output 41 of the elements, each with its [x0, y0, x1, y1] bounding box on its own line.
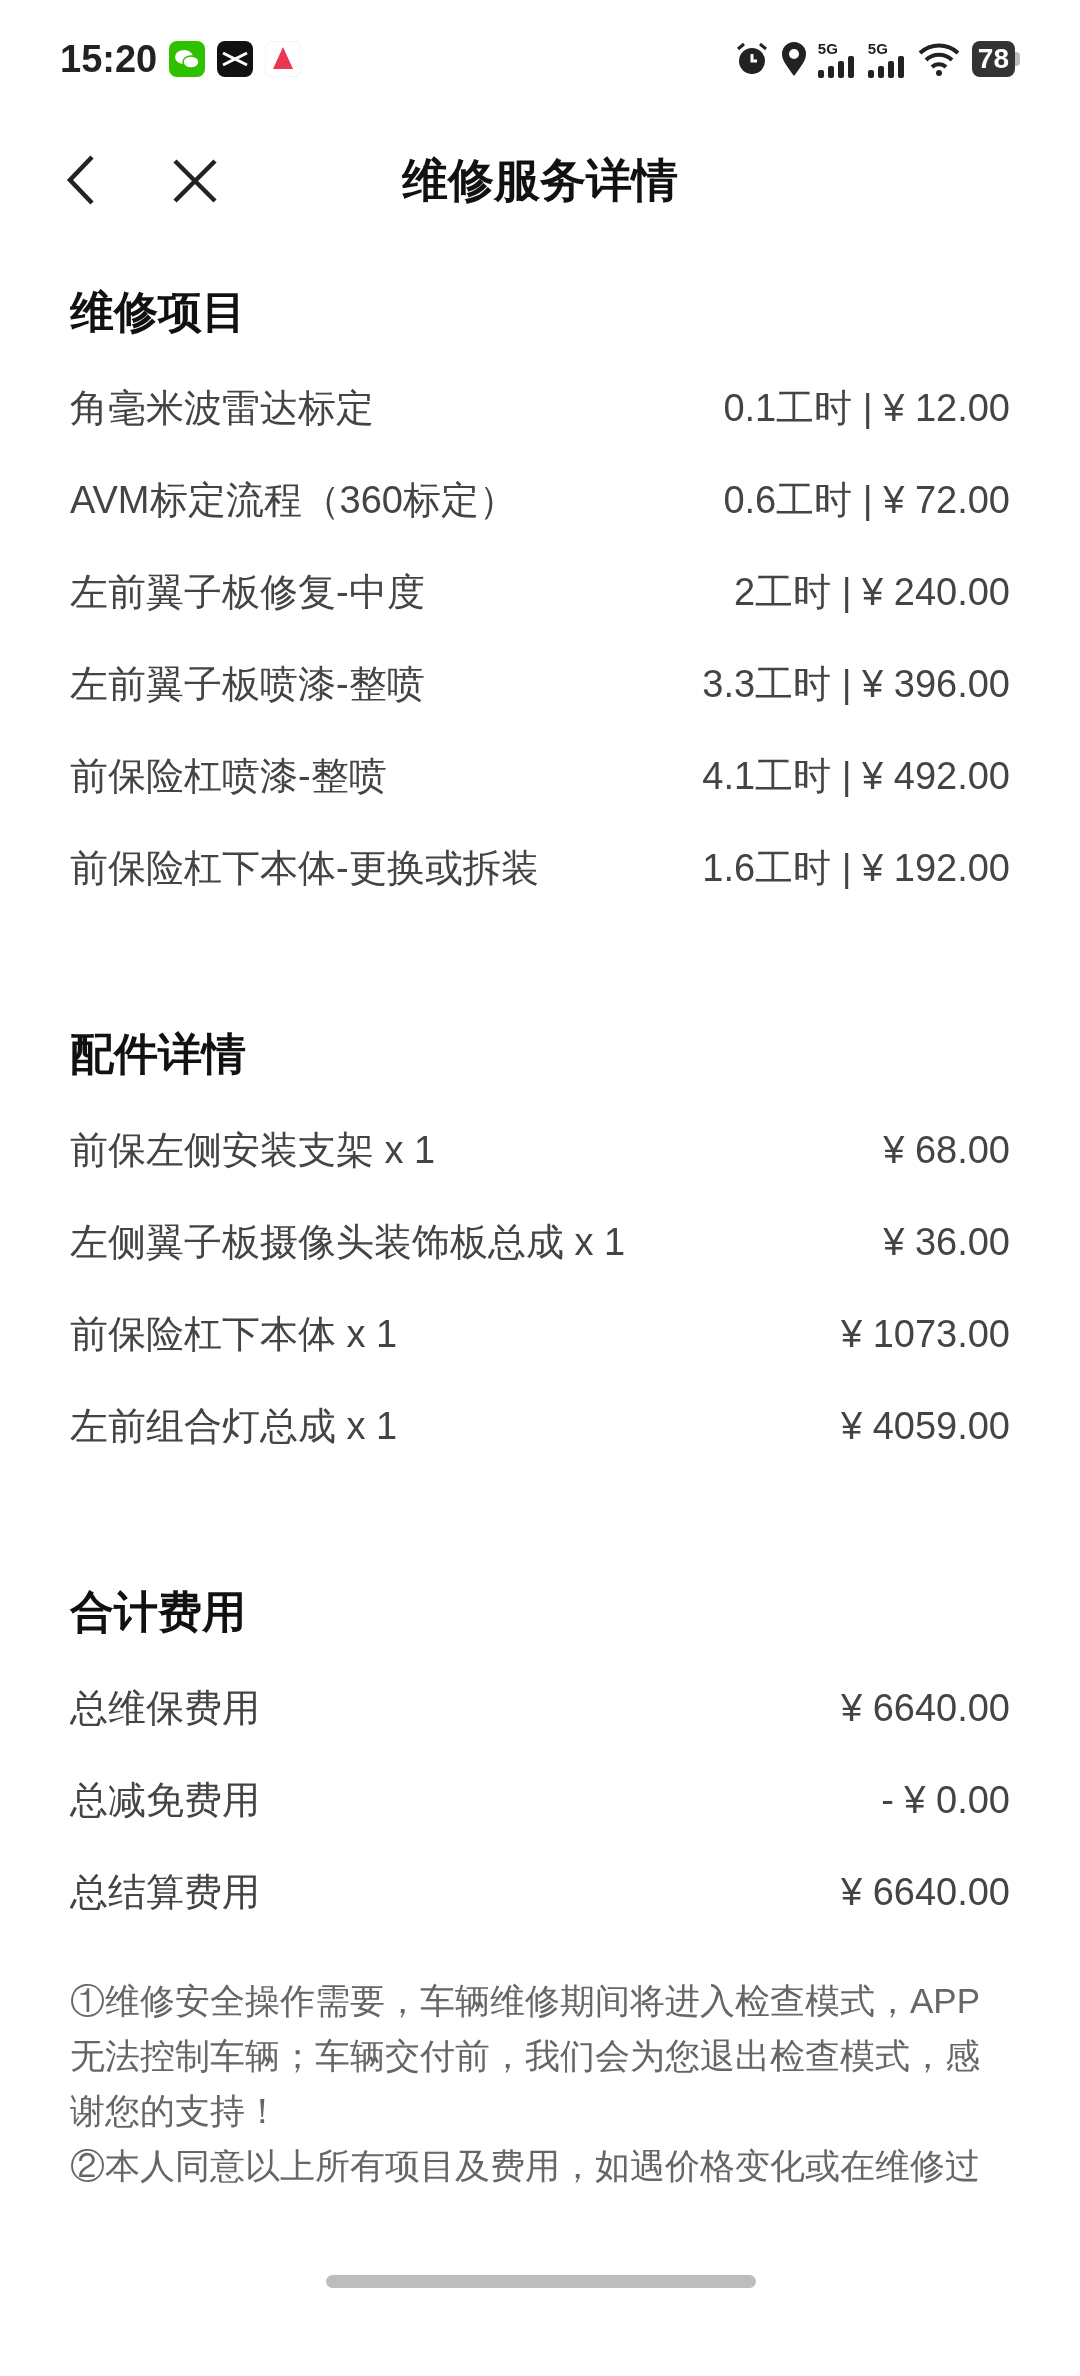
app-logo-icon: [265, 41, 302, 77]
row-value: 3.3工时 | ¥ 396.00: [702, 661, 1010, 707]
row-value: ¥ 36.00: [883, 1219, 1010, 1265]
note-text: ②本人同意以上所有项目及费用，如遇价格变化或在维修过: [70, 2145, 981, 2187]
row-label: 总减免费用: [70, 1777, 260, 1823]
row-value: 0.6工时 | ¥ 72.00: [723, 477, 1010, 523]
row-value: 1.6工时 | ¥ 192.00: [702, 845, 1010, 891]
row-label: 前保险杠下本体 x 1: [70, 1311, 398, 1357]
row-value: 2工时 | ¥ 240.00: [733, 569, 1010, 615]
row-label: 总结算费用: [70, 1869, 260, 1915]
row-label: 前保险杠喷漆-整喷: [70, 753, 387, 799]
status-time: 15:20: [60, 36, 158, 82]
section-title: 配件详情: [70, 1028, 247, 1080]
row-value: ¥ 68.00: [883, 1127, 1010, 1173]
row-value: ¥ 1073.00: [840, 1311, 1010, 1357]
chat-app-icon: [169, 41, 206, 77]
row-value: 0.1工时 | ¥ 12.00: [723, 385, 1010, 431]
row-label: 左侧翼子板摄像头装饰板总成 x 1: [70, 1219, 626, 1265]
section-title: 合计费用: [70, 1586, 247, 1638]
row-label: 角毫米波雷达标定: [70, 385, 374, 431]
car-app-icon: [217, 41, 254, 77]
page-title: 维修服务详情: [402, 152, 678, 208]
note-text: ①维修安全操作需要，车辆维修期间将进入检查模式，APP无法控制车辆；车辆交付前，我们会为您退出检查模式，感谢您的支持！: [70, 1980, 982, 2132]
row-value: ¥ 6640.00: [840, 1869, 1010, 1915]
row-value: 4.1工时 | ¥ 492.00: [702, 753, 1010, 799]
wifi-icon: [917, 41, 962, 77]
row-label: 左前组合灯总成 x 1: [70, 1403, 398, 1449]
row-value: ¥ 6640.00: [840, 1685, 1010, 1731]
row-label: AVM标定流程（360标定）: [70, 477, 517, 523]
row-label: 前保左侧安装支架 x 1: [70, 1127, 436, 1173]
row-label: 左前翼子板修复-中度: [70, 569, 425, 615]
network-type: 5G: [867, 40, 888, 56]
section-title: 维修项目: [70, 286, 247, 338]
row-label: 左前翼子板喷漆-整喷: [70, 661, 425, 707]
battery-indicator: 78: [971, 41, 1020, 77]
location-icon: [779, 41, 808, 77]
row-label: 前保险杠下本体-更换或拆装: [70, 845, 539, 891]
row-value: ¥ 4059.00: [840, 1403, 1010, 1449]
network-type: 5G: [817, 40, 838, 56]
row-label: 总维保费用: [70, 1685, 260, 1731]
row-value: - ¥ 0.00: [881, 1777, 1010, 1823]
